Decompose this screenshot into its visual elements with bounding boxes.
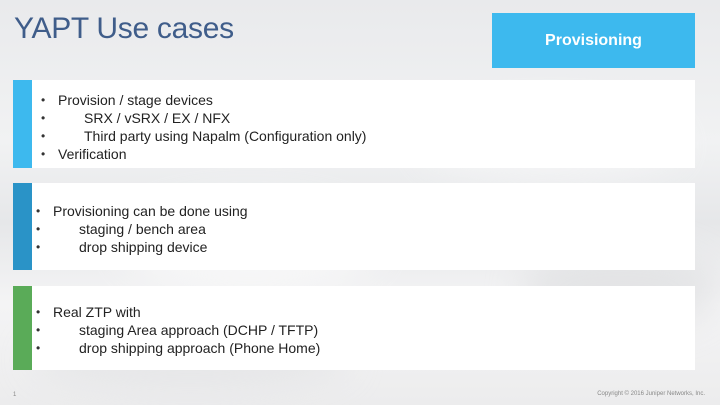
section-tag: Provisioning	[492, 13, 695, 68]
bullet-item: Provision / stage devices	[41, 91, 366, 109]
sub-bullet-item: drop shipping device	[36, 238, 248, 256]
card-body: Provision / stage devices SRX / vSRX / E…	[32, 80, 366, 168]
content-card-provisioning-methods: Provisioning can be done using staging /…	[13, 183, 695, 270]
card-body: Real ZTP with staging Area approach (DCH…	[32, 286, 320, 370]
bullet-list: Provisioning can be done using staging /…	[36, 202, 248, 256]
copyright-notice: Copyright © 2016 Juniper Networks, Inc.	[597, 391, 705, 397]
bullet-list: Provision / stage devices SRX / vSRX / E…	[41, 91, 366, 163]
card-body: Provisioning can be done using staging /…	[32, 183, 248, 270]
accent-bar	[13, 286, 32, 370]
sub-bullet-item: Third party using Napalm (Configuration …	[41, 127, 366, 145]
sub-bullet-item: staging Area approach (DCHP / TFTP)	[36, 321, 320, 339]
bullet-list: Real ZTP with staging Area approach (DCH…	[36, 303, 320, 357]
content-card-ztp: Real ZTP with staging Area approach (DCH…	[13, 286, 695, 370]
accent-bar	[13, 80, 32, 168]
bullet-item: Verification	[41, 145, 366, 163]
bullet-item: Provisioning can be done using	[36, 202, 248, 220]
sub-bullet-item: drop shipping approach (Phone Home)	[36, 339, 320, 357]
slide-title: YAPT Use cases	[14, 12, 234, 45]
content-card-provision: Provision / stage devices SRX / vSRX / E…	[13, 80, 695, 168]
accent-bar	[13, 183, 32, 270]
page-number: 1	[13, 392, 17, 398]
sub-bullet-item: SRX / vSRX / EX / NFX	[41, 109, 366, 127]
sub-bullet-item: staging / bench area	[36, 220, 248, 238]
bullet-item: Real ZTP with	[36, 303, 320, 321]
